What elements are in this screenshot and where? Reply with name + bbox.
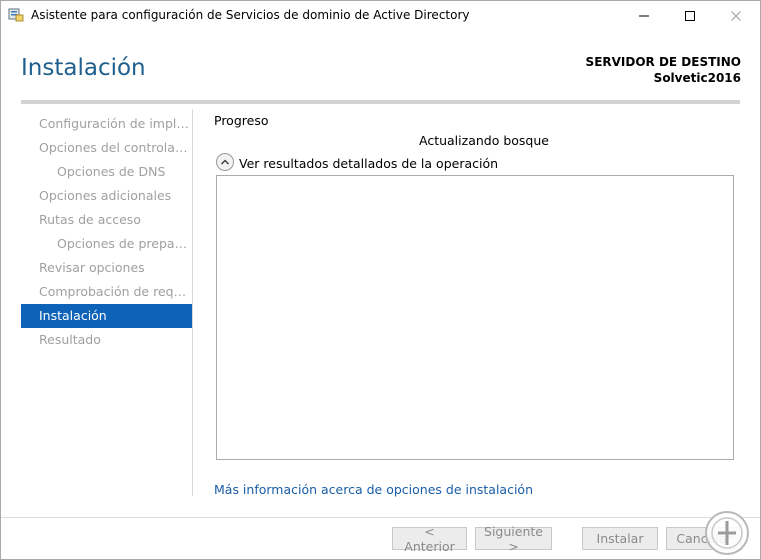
wizard-steps-nav: Configuración de implem… Opciones del co… (21, 112, 192, 352)
operation-results-box[interactable] (216, 175, 734, 460)
progress-status: Actualizando bosque (419, 133, 549, 148)
nav-divider (192, 109, 193, 496)
details-toggle-label[interactable]: Ver resultados detallados de la operació… (239, 156, 498, 171)
destination-server-label: SERVIDOR DE DESTINO (585, 55, 741, 69)
install-button[interactable]: Instalar (582, 527, 658, 550)
watermark-logo (702, 509, 752, 557)
chevron-up-icon[interactable] (216, 153, 234, 171)
minimize-button[interactable] (621, 1, 667, 31)
header-divider (21, 100, 740, 104)
destination-server-name: Solvetic2016 (653, 71, 741, 85)
nav-item-resultado[interactable]: Resultado (21, 328, 192, 352)
nav-item-rutas-acceso[interactable]: Rutas de acceso (21, 208, 192, 232)
minimize-icon (639, 15, 649, 17)
nav-item-opciones-adicionales[interactable]: Opciones adicionales (21, 184, 192, 208)
nav-item-revisar-opciones[interactable]: Revisar opciones (21, 256, 192, 280)
maximize-icon (685, 11, 695, 21)
nav-item-configuracion-implementacion[interactable]: Configuración de implem… (21, 112, 192, 136)
nav-item-instalacion[interactable]: Instalación (21, 304, 192, 328)
footer-divider (1, 517, 760, 518)
nav-item-comprobacion-requisitos[interactable]: Comprobación de requisi… (21, 280, 192, 304)
previous-button[interactable]: < Anterior (392, 524, 467, 554)
window-title: Asistente para configuración de Servicio… (31, 8, 470, 22)
close-icon (731, 11, 741, 21)
more-info-link[interactable]: Más información acerca de opciones de in… (214, 482, 533, 497)
next-button[interactable]: Siguiente > (475, 524, 552, 554)
server-manager-icon (8, 8, 24, 22)
nav-item-opciones-preparacion[interactable]: Opciones de preparac… (21, 232, 192, 256)
maximize-button[interactable] (667, 1, 713, 31)
nav-item-opciones-dns[interactable]: Opciones de DNS (21, 160, 192, 184)
progress-heading: Progreso (214, 113, 269, 128)
page-title: Instalación (21, 55, 146, 81)
close-button[interactable] (713, 1, 759, 31)
nav-item-opciones-controlador[interactable]: Opciones del controlador… (21, 136, 192, 160)
